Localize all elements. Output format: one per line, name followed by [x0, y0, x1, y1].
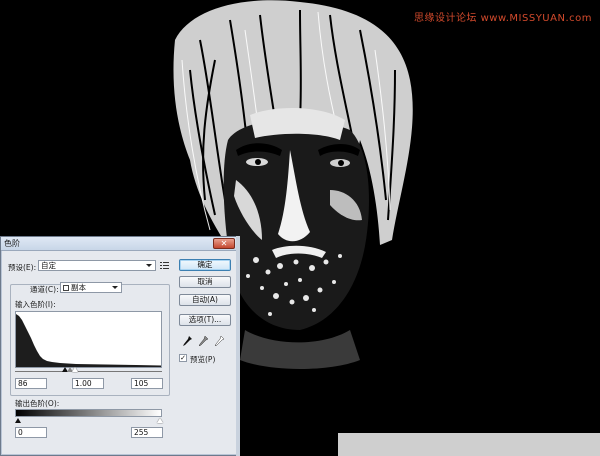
menu-list-icon[interactable] — [160, 261, 170, 270]
taskbar-strip — [338, 433, 600, 456]
output-white-slider[interactable] — [157, 418, 163, 423]
auto-button[interactable]: 自动(A) — [179, 294, 231, 306]
ok-button[interactable]: 确定 — [179, 259, 231, 271]
output-black-slider[interactable] — [15, 418, 21, 423]
input-white-field[interactable]: 105 — [131, 378, 163, 389]
output-gradient-bar — [15, 409, 162, 417]
channel-select[interactable]: 副本 — [60, 282, 122, 293]
preset-label: 预设(E): — [8, 263, 37, 272]
histogram-graph — [16, 314, 161, 367]
dialog-title: 色阶 — [4, 239, 20, 248]
layers-icon — [63, 285, 69, 291]
output-levels-label: 输出色阶(O): — [15, 399, 60, 408]
gray-eyedropper-icon[interactable] — [199, 336, 208, 346]
input-slider-track — [15, 371, 162, 372]
preview-checkbox[interactable]: ✓ — [179, 354, 187, 362]
options-button[interactable]: 选项(T)... — [179, 314, 231, 326]
chevron-down-icon — [146, 264, 152, 267]
channel-label: 通道(C): — [30, 285, 59, 294]
dialog-titlebar[interactable]: 色阶 ✕ — [1, 237, 239, 251]
input-black-field[interactable]: 86 — [15, 378, 47, 389]
close-button[interactable]: ✕ — [213, 238, 235, 249]
histogram — [15, 311, 162, 368]
chevron-down-icon — [112, 286, 118, 289]
cancel-button[interactable]: 取消 — [179, 276, 231, 288]
dialog-edge — [236, 236, 240, 456]
input-white-slider[interactable] — [72, 367, 78, 372]
input-levels-label: 输入色阶(I): — [15, 300, 56, 309]
preset-select[interactable]: 自定 — [38, 260, 156, 271]
preset-value: 自定 — [41, 261, 56, 270]
preview-label: 预览(P) — [190, 355, 216, 364]
white-eyedropper-icon[interactable] — [215, 336, 224, 346]
output-white-field[interactable]: 255 — [131, 427, 163, 438]
input-gamma-field[interactable]: 1.00 — [72, 378, 104, 389]
black-eyedropper-icon[interactable] — [183, 336, 192, 346]
watermark-text: 思缘设计论坛 www.MISSYUAN.com — [413, 13, 592, 24]
output-black-field[interactable]: 0 — [15, 427, 47, 438]
channel-value: 副本 — [71, 283, 86, 292]
